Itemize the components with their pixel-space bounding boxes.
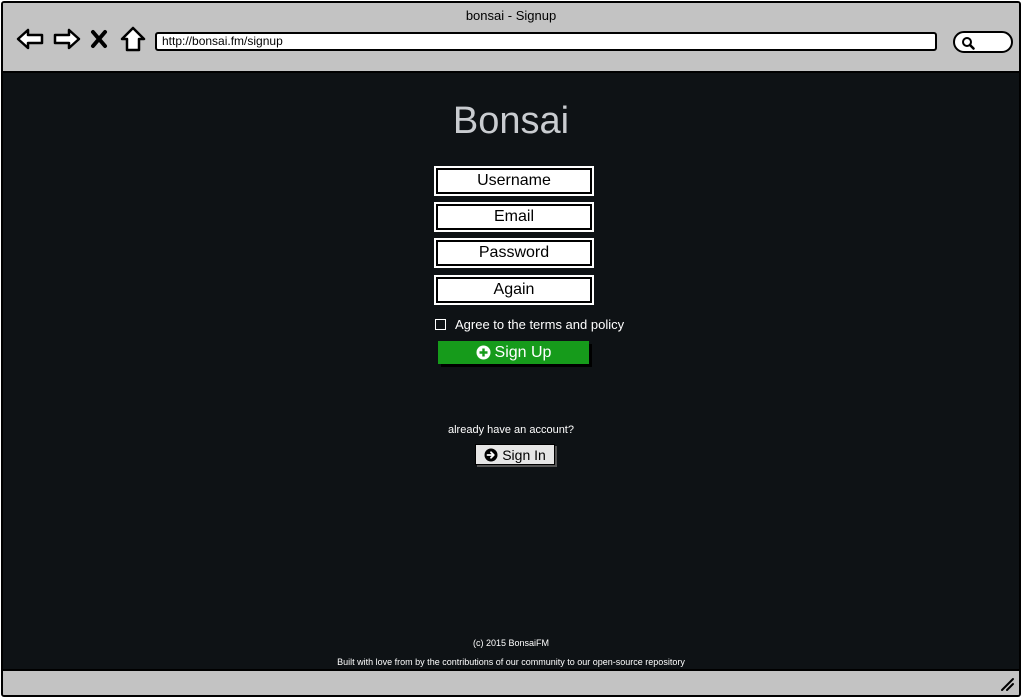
agree-terms-checkbox[interactable] [435,318,446,330]
password-field[interactable]: Password [436,240,592,266]
sign-in-label: Sign In [502,446,546,463]
resize-grip-icon[interactable] [999,676,1015,692]
search-icon [962,37,975,50]
username-field[interactable]: Username [436,168,592,194]
forward-icon[interactable] [53,25,81,53]
sign-up-label: Sign Up [494,344,552,361]
back-icon[interactable] [16,25,44,53]
browser-search-field[interactable] [953,31,1013,53]
agree-terms-label: Agree to the terms and policy [455,316,625,332]
browser-toolbar: bonsai - Signup http://bonsai.fm/signup [3,3,1019,73]
page-content: Bonsai Username Email Password Again Agr… [3,73,1019,673]
footer-credits: Built with love from by the contribution… [337,657,685,667]
email-field[interactable]: Email [436,204,592,230]
sign-in-button[interactable]: Sign In [475,444,555,465]
arrow-circle-right-icon [484,448,498,461]
window-title: bonsai - Signup [465,8,557,23]
already-have-account-text: already have an account? [448,424,574,436]
brand-title: Bonsai [452,100,570,142]
footer-copyright: (c) 2015 BonsaiFM [472,638,550,648]
password-again-field[interactable]: Again [436,277,592,303]
url-input[interactable]: http://bonsai.fm/signup [155,32,937,51]
browser-window: bonsai - Signup http://bonsai.fm/signup … [1,1,1021,697]
status-bar [3,669,1019,695]
plus-circle-icon [476,345,491,360]
stop-icon[interactable] [89,25,109,53]
agree-terms-row[interactable]: Agree to the terms and policy [435,316,624,332]
sign-up-button[interactable]: Sign Up [438,341,589,364]
home-icon[interactable] [119,25,147,53]
